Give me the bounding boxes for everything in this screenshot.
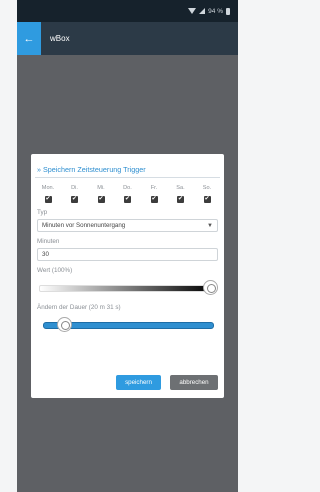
minutes-input[interactable]: 30 — [37, 248, 218, 261]
weekday-checkbox[interactable]: ✔ — [124, 196, 131, 203]
weekday-label: Fr. — [150, 185, 158, 191]
arrow-left-icon: ← — [23, 32, 35, 45]
type-select-value: Minuten vor Sonnenuntergang — [42, 222, 126, 229]
weekday-label: Di. — [71, 185, 78, 191]
weekday-row: Mon. ✔ Di. ✔ Mi. ✔ Do. ✔ Fr. ✔ Sa. ✔ So. ✔ — [37, 185, 218, 203]
phone-screen: 94 % ← wBox » Speichern Zeitsteuerung Tr… — [17, 0, 238, 492]
weekday-checkbox[interactable]: ✔ — [97, 196, 105, 203]
status-bar: 94 % — [17, 0, 238, 22]
weekday-checkbox[interactable]: ✔ — [203, 196, 211, 203]
app-bar: ← wBox — [17, 22, 238, 55]
weekday-checkbox[interactable]: ✔ — [150, 196, 158, 203]
weekday-label: Mi. — [97, 185, 105, 191]
duration-slider-thumb[interactable] — [56, 317, 72, 332]
minutes-label: Minuten — [37, 238, 60, 245]
minutes-value: 30 — [42, 251, 49, 258]
weekday-item: Mon. ✔ — [39, 185, 57, 203]
back-button[interactable]: ← — [17, 22, 41, 55]
save-button[interactable]: speichern — [116, 375, 161, 390]
duration-label: Ändern der Dauer (20 m 31 s) — [37, 304, 121, 311]
value-slider[interactable] — [37, 278, 218, 298]
weekday-item: So. ✔ — [198, 185, 216, 203]
weekday-label: Sa. — [176, 185, 185, 191]
weekday-item: Fr. ✔ — [145, 185, 163, 203]
battery-icon — [226, 7, 230, 15]
weekday-label: Mon. — [41, 185, 55, 191]
weekday-item: Sa. ✔ — [172, 185, 190, 203]
dialog-title: » Speichern Zeitsteuerung Trigger — [37, 165, 146, 174]
value-slider-track — [39, 285, 214, 292]
weekday-checkbox[interactable]: ✔ — [44, 196, 52, 203]
battery-text: 94 % — [208, 7, 223, 15]
value-slider-thumb[interactable] — [203, 280, 218, 295]
weekday-item: Do. ✔ — [119, 185, 137, 203]
weekday-item: Mi. ✔ — [92, 185, 110, 203]
weekday-checkbox[interactable]: ✔ — [71, 196, 78, 203]
duration-slider[interactable] — [37, 315, 218, 335]
weekday-label: So. — [202, 185, 212, 191]
weekday-item: Di. ✔ — [66, 185, 84, 203]
signal-icon — [199, 8, 206, 14]
chevron-down-icon: ▼ — [207, 222, 213, 229]
weekday-label: Do. — [123, 185, 132, 191]
weekday-checkbox[interactable]: ✔ — [177, 196, 184, 203]
dialog-actions: speichern abbrechen — [116, 375, 218, 390]
type-label: Typ — [37, 209, 48, 216]
type-select[interactable]: Minuten vor Sonnenuntergang ▼ — [37, 219, 218, 232]
title-divider — [35, 177, 220, 178]
app-title: wBox — [50, 34, 70, 43]
value-label: Wert (100%) — [37, 267, 73, 274]
cancel-button[interactable]: abbrechen — [170, 375, 218, 390]
wifi-icon — [188, 8, 197, 14]
trigger-dialog: » Speichern Zeitsteuerung Trigger Mon. ✔ D… — [31, 154, 224, 398]
